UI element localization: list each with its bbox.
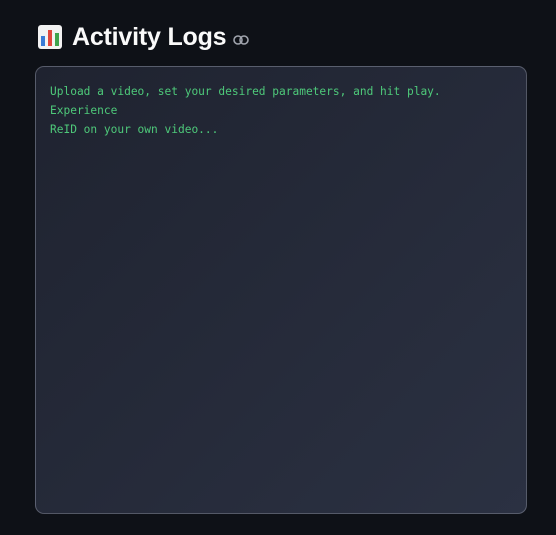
activity-log-panel[interactable]: Upload a video, set your desired paramet… (35, 66, 527, 514)
bar-chart-icon (38, 25, 62, 49)
page-title: Activity Logs (72, 22, 227, 51)
section-header: Activity Logs (38, 20, 250, 54)
link-icon[interactable] (233, 34, 250, 45)
log-message: Upload a video, set your desired paramet… (50, 85, 441, 136)
